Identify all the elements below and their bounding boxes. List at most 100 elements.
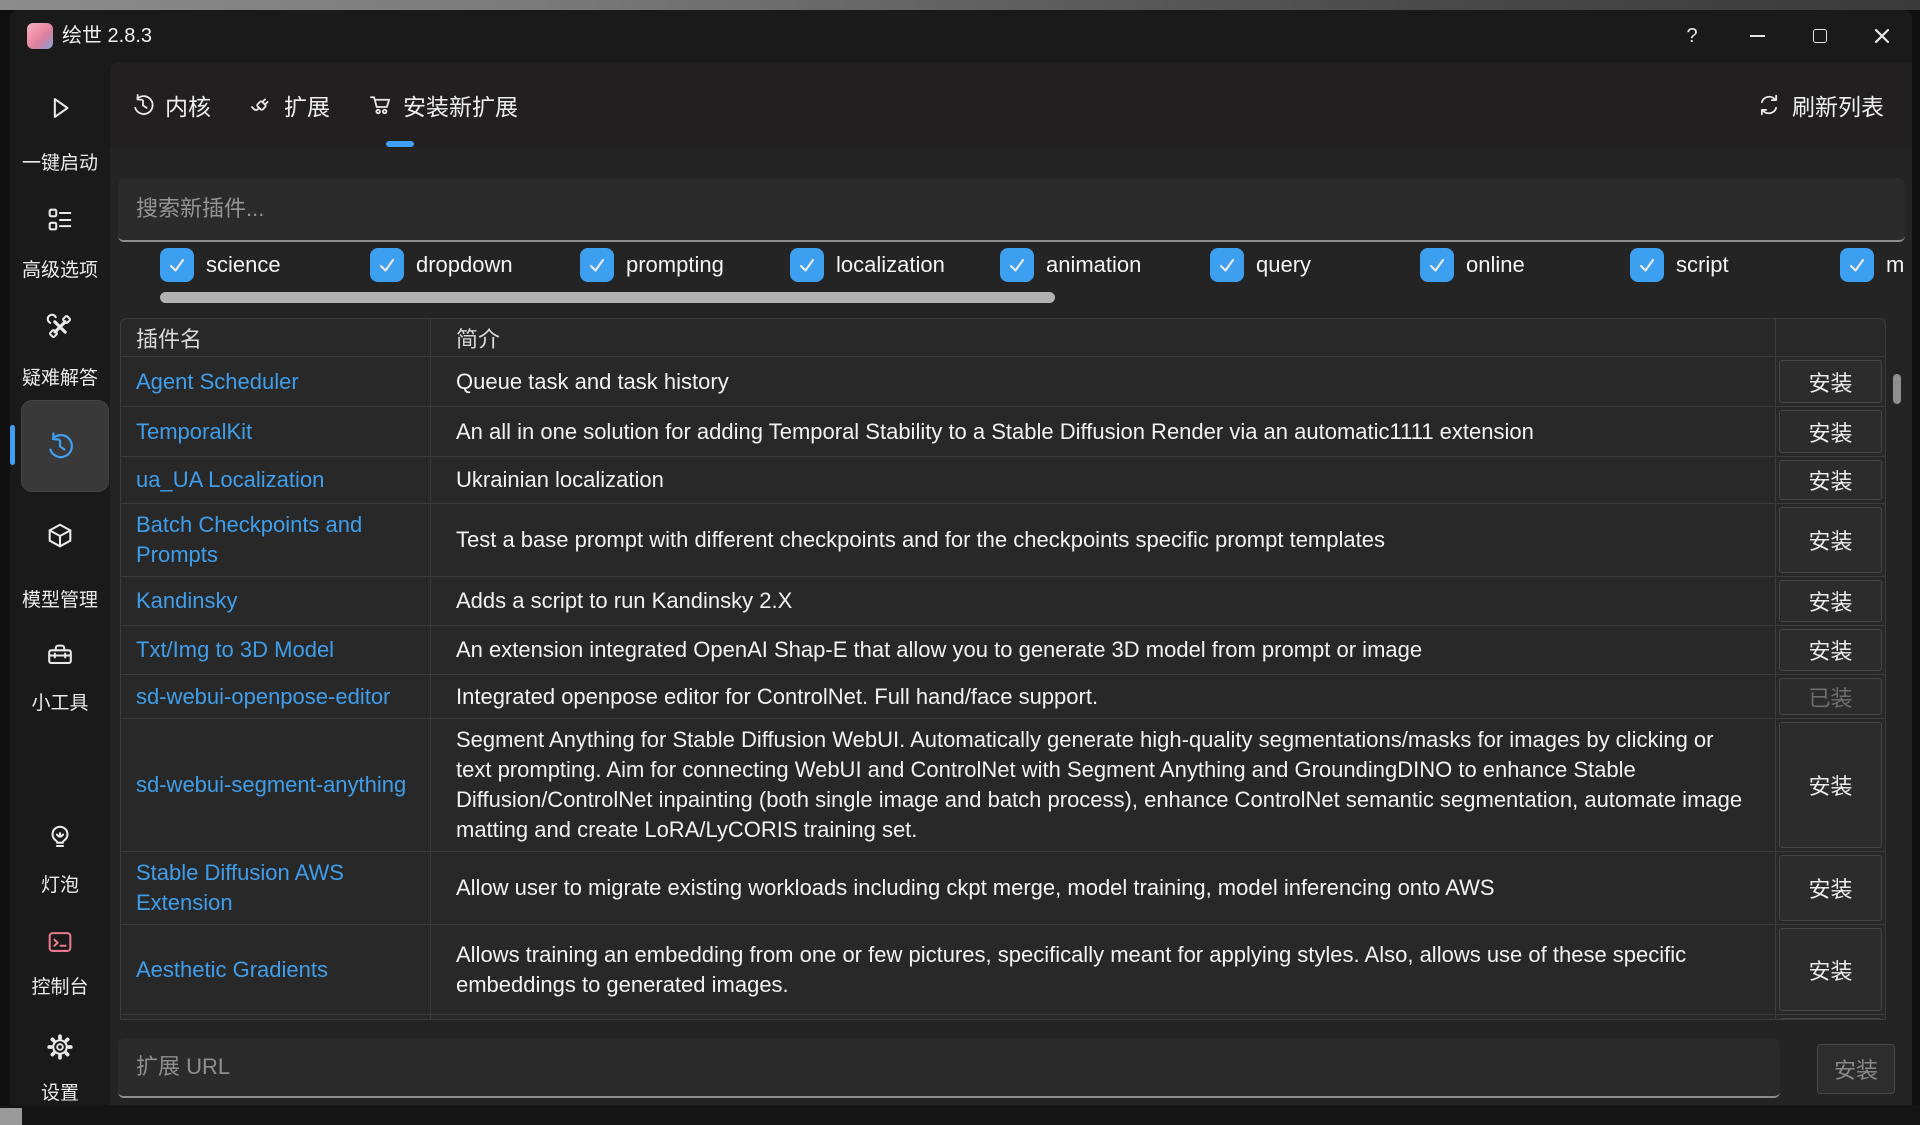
checkbox-checked-icon [790,248,824,282]
table-vertical-scrollbar[interactable] [1893,374,1901,404]
tab-bar: 内核 扩展 安装新扩展 [110,62,1912,148]
app-window: 绘世 2.8.3 ? 一键启动 高级选项 [10,10,1912,1105]
checkbox-checked-icon [1000,248,1034,282]
shopping-cart-icon [368,92,394,118]
install-button[interactable]: 安装 [1779,360,1882,403]
minimize-button[interactable] [1735,10,1779,62]
plugin-desc: Allows training an embedding from one or… [431,925,1776,1014]
sidebar-item-console[interactable] [10,927,110,957]
table-row: Aesthetic Gradients Allows training an e… [121,924,1885,1014]
sidebar-item-version-management[interactable] [10,430,110,462]
install-button[interactable]: 安装 [1779,629,1882,671]
sidebar-item-model-management-label[interactable]: 模型管理 [10,585,110,612]
plugin-link[interactable]: ua_UA Localization [121,457,431,503]
minimize-icon [1750,35,1765,37]
install-button[interactable]: 安装 [1779,855,1882,921]
plugin-desc: Adds a script to run Kandinsky 2.X [431,577,1776,625]
app-title: 绘世 2.8.3 [62,10,152,62]
active-tab-indicator [386,141,414,147]
sidebar-item-bulb[interactable] [10,823,110,853]
maximize-button[interactable] [1798,10,1842,62]
sidebar-item-console-label[interactable]: 控制台 [10,972,110,999]
plugin-link[interactable]: Aesthetic Gradients [121,925,431,1014]
filter-query[interactable]: query [1210,248,1311,282]
table-row: sd-webui-segment-anything Segment Anythi… [121,718,1885,851]
checkbox-checked-icon [370,248,404,282]
console-terminal-icon [45,927,75,957]
refresh-list-button[interactable]: 刷新列表 [1756,62,1884,148]
plugin-link[interactable]: Txt/Img to 3D Model [121,626,431,674]
plugin-link[interactable]: Kandinsky [121,577,431,625]
plugin-desc: Segment Anything for Stable Diffusion We… [431,719,1776,851]
filter-dropdown[interactable]: dropdown [370,248,513,282]
sidebar-item-bulb-label[interactable]: 灯泡 [10,870,110,897]
plugin-link[interactable]: TemporalKit [121,407,431,456]
filter-science[interactable]: science [160,248,281,282]
sidebar-item-model-management[interactable] [10,521,110,551]
sidebar-item-troubleshooting-label[interactable]: 疑难解答 [10,363,110,390]
filter-label: script [1676,252,1729,278]
help-button[interactable]: ? [1670,10,1714,62]
filter-prompting[interactable]: prompting [580,248,724,282]
install-button[interactable]: 安装 [1779,507,1882,573]
filter-online[interactable]: online [1420,248,1525,282]
sidebar-item-advanced-options[interactable] [10,205,110,235]
column-header-name: 插件名 [121,319,431,356]
tab-install-new-extensions[interactable]: 安装新扩展 [368,88,518,122]
sidebar-item-launch-label[interactable]: 一键启动 [10,148,110,175]
tools-icon [45,312,75,342]
install-button[interactable]: 安装 [1779,928,1882,1011]
play-icon [45,93,75,123]
sidebar-item-troubleshooting[interactable] [10,312,110,342]
help-icon: ? [1686,25,1697,48]
sidebar-item-launch[interactable] [10,93,110,123]
sidebar-item-advanced-options-label[interactable]: 高级选项 [10,255,110,282]
plugin-link[interactable]: Batch Checkpoints and Prompts [121,504,431,576]
plugin-link[interactable]: Agent Scheduler [121,357,431,406]
plugin-link[interactable]: Stable Diffusion AWS Extension [121,852,431,924]
maximize-icon [1813,29,1827,43]
toolbox-icon [45,640,75,670]
plugin-link[interactable]: sd-webui-openpose-editor [121,675,431,718]
filter-localization[interactable]: localization [790,248,945,282]
sidebar-item-small-tools-label[interactable]: 小工具 [10,688,110,715]
filter-label: science [206,252,281,278]
plugin-table: 插件名 简介 Agent Scheduler Queue task and ta… [120,318,1886,1020]
tab-kernel[interactable]: 内核 [130,88,211,122]
search-plugin-input[interactable] [118,178,1905,240]
sidebar-item-settings-label[interactable]: 设置 [10,1078,110,1105]
filter-animation[interactable]: animation [1000,248,1141,282]
install-button[interactable]: 安装 [1779,722,1882,848]
sidebar-item-small-tools[interactable] [10,640,110,670]
table-header: 插件名 简介 [121,319,1885,356]
filter-label: online [1466,252,1525,278]
install-button[interactable]: 安装 [1779,410,1882,453]
install-button[interactable]: 安装 [1779,460,1882,500]
install-from-url-button[interactable]: 安装 [1817,1044,1895,1094]
tab-extensions[interactable]: 扩展 [249,88,330,122]
filter-label: prompting [626,252,724,278]
install-button[interactable]: 安装 [1779,580,1882,622]
extension-url-box [118,1038,1780,1098]
filter-script[interactable]: script [1630,248,1729,282]
column-header-description: 简介 [431,319,1776,356]
filter-label: m [1886,252,1904,278]
close-button[interactable] [1860,10,1904,62]
plug-icon [249,92,275,118]
extension-url-input[interactable] [118,1038,1780,1096]
gear-icon [45,1032,75,1062]
plugin-link[interactable]: sd-webui-segment-anything [121,719,431,851]
sidebar-item-settings[interactable] [10,1032,110,1062]
filters-horizontal-scrollbar[interactable] [160,292,1055,303]
column-header-action [1776,319,1885,356]
refresh-list-label: 刷新列表 [1792,88,1884,122]
plugin-desc: Test a base prompt with different checkp… [431,504,1776,576]
table-row: Batch Checkpoints and Prompts Test a bas… [121,503,1885,576]
filter-clipped[interactable]: m [1840,248,1904,282]
table-row: Agent Scheduler Queue task and task hist… [121,356,1885,406]
table-row: Txt/Img to 3D Model An extension integra… [121,625,1885,674]
table-row: ua_UA Localization Ukrainian localizatio… [121,456,1885,503]
checkbox-checked-icon [1420,248,1454,282]
kernel-history-icon [130,92,156,118]
table-row: Stable Diffusion AWS Extension Allow use… [121,851,1885,924]
